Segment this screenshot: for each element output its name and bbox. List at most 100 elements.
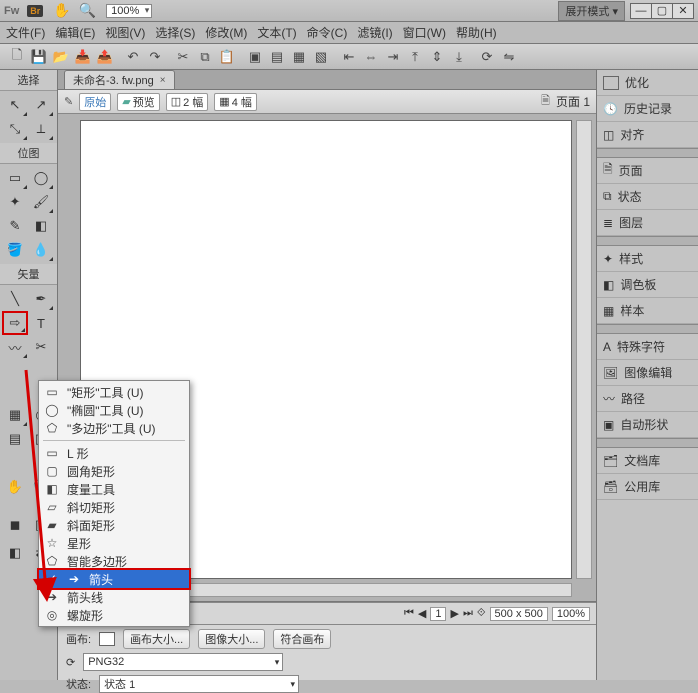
maximize-button[interactable]: ▢ xyxy=(651,3,673,19)
flyout-ellipse[interactable]: ◯"椭圆"工具 (U) xyxy=(39,401,189,419)
ungroup-icon[interactable]: ▤ xyxy=(267,47,287,67)
bucket-tool[interactable]: 🪣 xyxy=(2,238,28,262)
flyout-bevel-rect[interactable]: ▰斜面矩形 xyxy=(39,516,189,534)
align-left-icon[interactable]: ⇤ xyxy=(339,47,359,67)
save-icon[interactable]: 💾 xyxy=(29,47,49,67)
nav-next-icon[interactable]: ▶ xyxy=(450,607,458,620)
flyout-star[interactable]: ☆星形 xyxy=(39,534,189,552)
stroke-swatch[interactable]: ◼ xyxy=(2,513,28,537)
nav-first-icon[interactable]: ⏮ xyxy=(404,607,414,620)
cut-icon[interactable]: ✂ xyxy=(173,47,193,67)
bridge-badge[interactable]: Br xyxy=(27,5,43,17)
canvas-color-swatch[interactable] xyxy=(99,632,115,646)
panel-common-library[interactable]: 🗃公用库 xyxy=(597,474,698,500)
view-2up-tab[interactable]: ◫ 2 幅 xyxy=(166,93,209,111)
paste-icon[interactable]: 📋 xyxy=(217,47,237,67)
close-tab-icon[interactable]: × xyxy=(160,75,166,86)
flyout-arrow-line[interactable]: ➔箭头线 xyxy=(39,588,189,606)
brush-tool[interactable]: 🖌 xyxy=(28,190,54,214)
menu-modify[interactable]: 修改(M) xyxy=(205,24,247,41)
marquee-tool[interactable]: ▭ xyxy=(2,166,28,190)
align-middle-icon[interactable]: ⇕ xyxy=(427,47,447,67)
hand-tool[interactable]: ✋ xyxy=(2,475,28,499)
export-icon[interactable]: 📤 xyxy=(95,47,115,67)
panel-pages[interactable]: 🗎页面 xyxy=(597,158,698,184)
nav-prev-icon[interactable]: ◀ xyxy=(418,607,426,620)
flyout-rounded-rect[interactable]: ▢圆角矩形 xyxy=(39,462,189,480)
align-center-icon[interactable]: ⇔ xyxy=(361,47,381,67)
knife-tool[interactable]: ✂ xyxy=(28,335,54,359)
close-button[interactable]: ✕ xyxy=(672,3,694,19)
menu-select[interactable]: 选择(S) xyxy=(155,24,195,41)
pencil-tool[interactable]: ✎ xyxy=(2,214,28,238)
panel-color-mixer[interactable]: ◧调色板 xyxy=(597,272,698,298)
flyout-spiral[interactable]: ◎螺旋形 xyxy=(39,606,189,624)
bring-front-icon[interactable]: ▦ xyxy=(289,47,309,67)
pencil-icon[interactable]: ✎ xyxy=(64,95,73,108)
menu-file[interactable]: 文件(F) xyxy=(6,24,45,41)
nav-last-icon[interactable]: ⏭ xyxy=(463,607,473,620)
panel-states[interactable]: ⧉状态 xyxy=(597,184,698,210)
flyout-arrow[interactable]: ✓➔箭头 xyxy=(39,570,189,588)
panel-autoshapes[interactable]: ▣自动形状 xyxy=(597,412,698,438)
panel-optimize[interactable]: 优化 xyxy=(597,70,698,96)
panel-layers[interactable]: ≣图层 xyxy=(597,210,698,236)
panel-history[interactable]: 🕓历史记录 xyxy=(597,96,698,122)
rotate-icon[interactable]: ⟳ xyxy=(477,47,497,67)
panel-styles[interactable]: ✦样式 xyxy=(597,246,698,272)
workspace-mode-button[interactable]: 展开模式 ▾ xyxy=(558,1,625,21)
import-icon[interactable]: 📥 xyxy=(73,47,93,67)
view-preview-tab[interactable]: ▰预览 xyxy=(117,93,159,111)
flyout-l-shape[interactable]: ▭L 形 xyxy=(39,444,189,462)
lasso-tool[interactable]: ◯ xyxy=(28,166,54,190)
open-icon[interactable]: 📂 xyxy=(51,47,71,67)
copy-icon[interactable]: ⧉ xyxy=(195,47,215,67)
new-icon[interactable]: 🗋 xyxy=(7,47,27,67)
panel-image-edit[interactable]: 🖼图像编辑 xyxy=(597,360,698,386)
send-back-icon[interactable]: ▧ xyxy=(311,47,331,67)
flyout-rectangle[interactable]: ▭"矩形"工具 (U) xyxy=(39,383,189,401)
panel-special-chars[interactable]: A特殊字符 xyxy=(597,334,698,360)
hide-slices-tool[interactable]: ▤ xyxy=(2,427,28,451)
pen-tool[interactable]: ✒ xyxy=(28,287,54,311)
subselect-tool[interactable]: ↗ xyxy=(28,93,54,117)
canvas-size-field[interactable]: 500 x 500 xyxy=(490,607,548,621)
freeform-tool[interactable]: 〰 xyxy=(2,335,28,359)
shape-tool[interactable]: ⇨ xyxy=(2,311,28,335)
align-bottom-icon[interactable]: ⤓ xyxy=(449,47,469,67)
vertical-scrollbar[interactable] xyxy=(576,120,592,579)
group-icon[interactable]: ▣ xyxy=(245,47,265,67)
menu-commands[interactable]: 命令(C) xyxy=(307,24,348,41)
line-tool[interactable]: ╲ xyxy=(2,287,28,311)
panel-path[interactable]: 〰路径 xyxy=(597,386,698,412)
hand-icon[interactable]: ✋ xyxy=(53,2,70,19)
menu-text[interactable]: 文本(T) xyxy=(257,24,296,41)
wand-tool[interactable]: ✦ xyxy=(2,190,28,214)
canvas-size-button[interactable]: 画布大小... xyxy=(123,629,190,649)
minimize-button[interactable]: — xyxy=(630,3,652,19)
image-size-button[interactable]: 图像大小... xyxy=(198,629,265,649)
scale-tool[interactable]: ⤡ xyxy=(2,117,28,141)
menu-help[interactable]: 帮助(H) xyxy=(456,24,497,41)
view-4up-tab[interactable]: ▦ 4 幅 xyxy=(214,93,257,111)
export-type-icon[interactable]: ⟳ xyxy=(66,656,75,669)
fit-canvas-button[interactable]: 符合画布 xyxy=(273,629,331,649)
default-colors-icon[interactable]: ◧ xyxy=(2,541,28,565)
zoom-field[interactable]: 100% xyxy=(552,607,590,621)
slice-tool[interactable]: ▦ xyxy=(2,403,28,427)
align-top-icon[interactable]: ⤒ xyxy=(405,47,425,67)
zoom-icon[interactable]: 🔍 xyxy=(79,2,96,19)
pointer-tool[interactable]: ↖ xyxy=(2,93,28,117)
menu-edit[interactable]: 编辑(E) xyxy=(55,24,95,41)
panel-align[interactable]: ◫对齐 xyxy=(597,122,698,148)
redo-icon[interactable]: ↷ xyxy=(145,47,165,67)
flyout-polygon[interactable]: ⬠"多边形"工具 (U) xyxy=(39,419,189,437)
undo-icon[interactable]: ↶ xyxy=(123,47,143,67)
menu-filters[interactable]: 滤镜(I) xyxy=(357,24,392,41)
flyout-smart-polygon[interactable]: ⬠智能多边形 xyxy=(39,552,189,570)
document-tab[interactable]: 未命名-3. fw.png × xyxy=(64,70,175,89)
export-type-select[interactable]: PNG32 xyxy=(83,653,283,671)
flyout-chamfer-rect[interactable]: ▱斜切矩形 xyxy=(39,498,189,516)
page-icon[interactable]: 🗎 xyxy=(541,92,550,111)
eyedropper-tool[interactable]: 💧 xyxy=(28,238,54,262)
